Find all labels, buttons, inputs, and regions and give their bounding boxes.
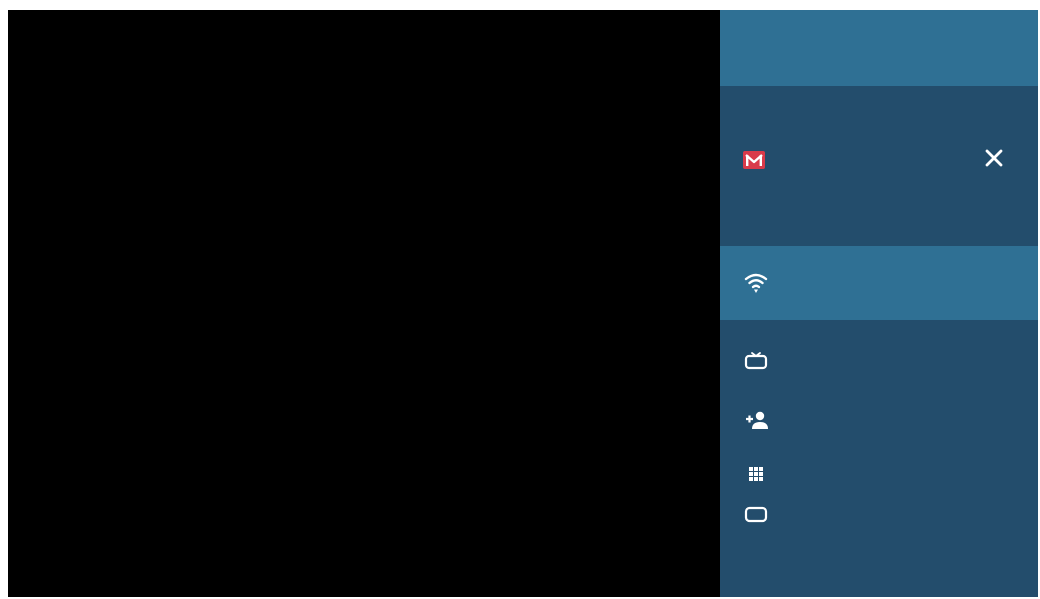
mail-icon[interactable] [742, 149, 766, 171]
menu-item-wifi[interactable] [720, 246, 1038, 320]
add-person-icon [744, 410, 770, 434]
panel-header [720, 86, 1038, 246]
close-icon[interactable] [980, 144, 1008, 172]
panel-top-band [720, 10, 1038, 86]
apps-grid-icon [748, 466, 764, 486]
side-panel [720, 10, 1038, 597]
menu-item-tv[interactable] [720, 338, 1038, 382]
wifi-icon [744, 272, 768, 298]
menu-item-screen[interactable] [720, 496, 1038, 536]
tv-icon [744, 350, 768, 374]
screen [8, 10, 1038, 597]
menu-item-add-person[interactable] [720, 398, 1038, 442]
menu-item-apps[interactable] [720, 454, 1038, 494]
video-area [8, 10, 720, 597]
screen-icon [744, 506, 768, 528]
